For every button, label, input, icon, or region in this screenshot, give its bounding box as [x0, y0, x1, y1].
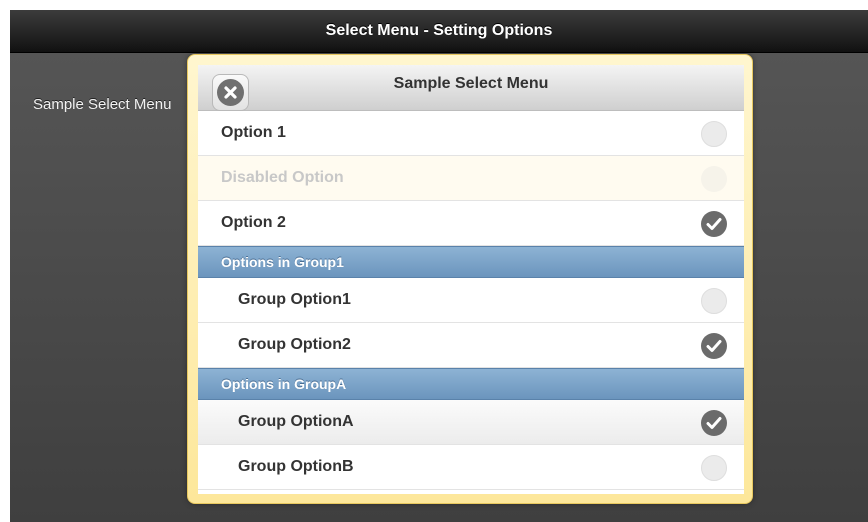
- group-header-groupa: Options in GroupA: [198, 368, 744, 400]
- unchecked-icon: [701, 121, 727, 147]
- group-header-group1: Options in Group1: [198, 246, 744, 278]
- group-option-1[interactable]: Group Option1: [198, 278, 744, 323]
- option-label: Option 1: [221, 124, 286, 141]
- group-label: Options in GroupA: [221, 376, 347, 392]
- select-menu-dialog: Sample Select Menu Option 1 Disabled Opt…: [187, 54, 753, 504]
- unchecked-icon: [701, 166, 727, 192]
- option-label: Option 2: [221, 214, 286, 231]
- close-icon: [217, 79, 244, 106]
- checkmark-icon: [701, 211, 727, 237]
- select-menu-list: Sample Select Menu Option 1 Disabled Opt…: [198, 65, 744, 494]
- option-2[interactable]: Option 2: [198, 201, 744, 246]
- option-disabled: Disabled Option: [198, 156, 744, 201]
- option-label: Group OptionA: [238, 413, 354, 430]
- option-label: Disabled Option: [221, 169, 344, 186]
- group-option-a[interactable]: Group OptionA: [198, 400, 744, 445]
- dialog-header: Sample Select Menu: [198, 65, 744, 111]
- option-label: Group Option2: [238, 336, 351, 353]
- close-button[interactable]: [212, 74, 249, 111]
- group-option-b[interactable]: Group OptionB: [198, 445, 744, 490]
- checkmark-icon: [701, 333, 727, 359]
- option-1[interactable]: Option 1: [198, 111, 744, 156]
- unchecked-icon: [701, 288, 727, 314]
- option-label: Group Option1: [238, 291, 351, 308]
- dialog-title: Sample Select Menu: [393, 74, 549, 92]
- select-menu-label: Sample Select Menu: [33, 96, 172, 113]
- page-title: Select Menu - Setting Options: [325, 22, 553, 39]
- group-label: Options in Group1: [221, 254, 344, 270]
- option-label: Group OptionB: [238, 458, 354, 475]
- app-frame: Select Menu - Setting Options Sample Sel…: [10, 10, 868, 522]
- checkmark-icon: [701, 410, 727, 436]
- group-option-2[interactable]: Group Option2: [198, 323, 744, 368]
- unchecked-icon: [701, 455, 727, 481]
- page-header: Select Menu - Setting Options: [10, 10, 868, 53]
